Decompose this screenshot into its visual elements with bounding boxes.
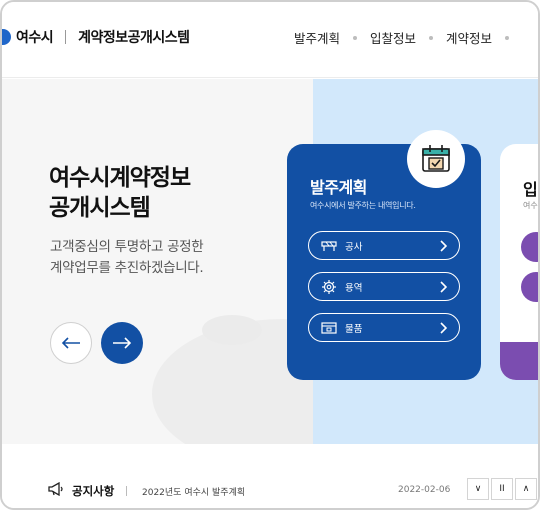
logo[interactable]: 여수시 계약정보공개시스템	[2, 27, 190, 47]
nav-separator-dot	[352, 35, 357, 40]
hero-title: 여수시계약정보 공개시스템	[49, 163, 279, 223]
hero-description-line: 계약업무를 추진하겠습니다.	[50, 260, 204, 276]
hero-section: 여수시계약정보 공개시스템 고객중심의 투명하고 공정한 계약업무를 추진하겠습…	[2, 79, 538, 469]
chevron-right-icon	[440, 281, 447, 293]
hero-description: 고객중심의 투명하고 공정한 계약업무를 추진하겠습니다.	[50, 237, 280, 279]
arrow-left-icon	[61, 337, 80, 349]
hero-title-line: 여수시계약정보	[49, 165, 191, 191]
nav-separator-dot	[505, 35, 509, 40]
card-link-label: 용역	[345, 282, 363, 294]
site-title: 계약정보공개시스템	[78, 30, 190, 46]
logo-divider	[65, 30, 67, 44]
nav-item-bid-info[interactable]: 입찰정보	[370, 28, 416, 47]
notice-controls: ∨ II ∧	[465, 478, 537, 500]
notice-prev-button[interactable]: ∧	[515, 478, 537, 500]
card-link-construction[interactable]: 공사	[308, 231, 460, 260]
logo-text: 여수시	[16, 30, 54, 46]
hero-description-line: 고객중심의 투명하고 공정한	[50, 239, 204, 255]
logo-mark-icon	[2, 29, 11, 45]
nav-separator-dot	[428, 35, 433, 40]
calendar-check-icon	[407, 130, 465, 188]
notice-pause-button[interactable]: II	[491, 478, 513, 500]
nav-item-order-plan[interactable]: 발주계획	[294, 28, 340, 47]
gear-service-icon	[322, 279, 336, 294]
nav-item-contract-info[interactable]: 계약정보	[446, 28, 492, 47]
main-nav: 발주계획 입찰정보 계약정보	[294, 28, 522, 47]
chevron-right-icon	[440, 240, 447, 252]
megaphone-icon	[48, 482, 63, 496]
card-link-label: 물품	[345, 323, 363, 335]
card-link-service[interactable]: 용역	[308, 272, 460, 301]
arrow-right-icon	[113, 337, 132, 349]
card-link-icon-circle[interactable]	[521, 272, 538, 302]
card-title: 발주계획	[310, 178, 367, 197]
card-footer-band	[500, 342, 538, 380]
card-link-icon-circle[interactable]	[521, 232, 538, 262]
card-link-label: 공사	[345, 241, 363, 253]
hero-title-line: 공개시스템	[49, 195, 151, 221]
order-plan-card: 발주계획 여수시에서 발주하는 내역입니다. 공사 용역 물품	[287, 130, 481, 380]
card-link-goods[interactable]: 물품	[308, 313, 460, 342]
bid-info-card: 입 여수	[500, 144, 538, 380]
header: 여수시 계약정보공개시스템 발주계획 입찰정보 계약정보	[2, 2, 538, 78]
next-slide-button[interactable]	[101, 322, 143, 364]
notice-divider	[126, 486, 127, 496]
notice-next-button[interactable]: ∨	[467, 478, 489, 500]
page-frame: 여수시 계약정보공개시스템 발주계획 입찰정보 계약정보 여수시계약정보 공개시…	[0, 0, 540, 510]
notice-label: 공지사항	[72, 484, 115, 498]
prev-slide-button[interactable]	[50, 322, 92, 364]
construction-barrier-icon	[321, 240, 337, 251]
goods-box-icon	[321, 322, 337, 334]
notice-bar: 공지사항 2022년도 여수시 발주계획 2022-02-06 ∨ II ∧	[2, 444, 538, 508]
card-title: 입	[523, 180, 538, 199]
background-shape	[202, 315, 262, 345]
chevron-right-icon	[440, 322, 447, 334]
notice-date: 2022-02-06	[398, 485, 451, 495]
card-subtitle: 여수시에서 발주하는 내역입니다.	[310, 201, 416, 210]
card-subtitle: 여수	[523, 201, 538, 210]
notice-title-link[interactable]: 2022년도 여수시 발주계획	[142, 485, 245, 498]
